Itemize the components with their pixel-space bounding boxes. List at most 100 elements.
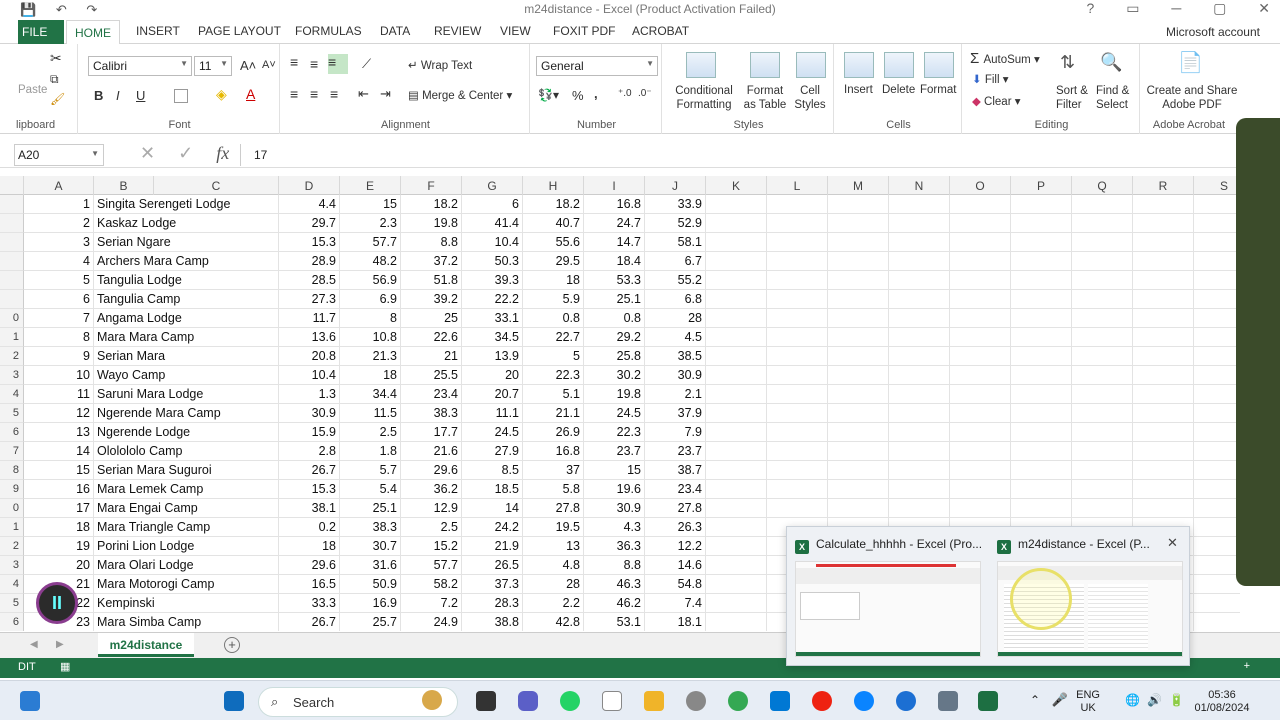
cell-empty[interactable]: [1133, 442, 1194, 461]
cell-value[interactable]: 10.4: [462, 233, 523, 252]
cell-value[interactable]: 21.1: [523, 404, 584, 423]
row-header[interactable]: [0, 290, 24, 309]
cell-value[interactable]: 42.8: [523, 613, 584, 631]
cell-empty[interactable]: [767, 461, 828, 480]
cell-value[interactable]: 27.9: [462, 442, 523, 461]
cell-lodge-name[interactable]: Serian Ngare: [94, 233, 279, 252]
cell-index[interactable]: 18: [24, 518, 94, 537]
cell-value[interactable]: 12.9: [401, 499, 462, 518]
cell-value[interactable]: 58.2: [401, 575, 462, 594]
align-middle-icon[interactable]: ≡: [310, 56, 318, 72]
chrome-icon[interactable]: [728, 691, 748, 711]
cell-empty[interactable]: [1133, 195, 1194, 214]
format-painter-icon[interactable]: 🖌: [50, 92, 65, 106]
cell-empty[interactable]: [1011, 347, 1072, 366]
cell-empty[interactable]: [950, 252, 1011, 271]
cell-value[interactable]: 30.9: [645, 366, 706, 385]
cell-empty[interactable]: [889, 347, 950, 366]
cell-empty[interactable]: [1133, 233, 1194, 252]
cell-value[interactable]: 33.9: [645, 195, 706, 214]
cell-empty[interactable]: [706, 195, 767, 214]
column-header-e[interactable]: E: [340, 176, 401, 195]
tab-acrobat[interactable]: ACROBAT: [632, 24, 689, 38]
cell-value[interactable]: 26.7: [279, 613, 340, 631]
font-name-select[interactable]: Calibri ▼: [88, 56, 192, 76]
cell-value[interactable]: 18.2: [401, 195, 462, 214]
cell-empty[interactable]: [706, 556, 767, 575]
row-header[interactable]: 3: [0, 556, 24, 575]
column-header-b[interactable]: B: [94, 176, 154, 195]
cell-empty[interactable]: [1194, 537, 1240, 556]
cell-value[interactable]: 23.4: [645, 480, 706, 499]
column-header-s[interactable]: S: [1194, 176, 1240, 195]
cell-value[interactable]: 38.3: [340, 518, 401, 537]
cell-empty[interactable]: [1194, 385, 1240, 404]
add-sheet-icon[interactable]: +: [224, 637, 240, 653]
cell-value[interactable]: 25.8: [584, 347, 645, 366]
cell-value[interactable]: 14.6: [645, 556, 706, 575]
cell-empty[interactable]: [706, 442, 767, 461]
cell-value[interactable]: 4.8: [523, 556, 584, 575]
tab-data[interactable]: DATA: [380, 24, 410, 38]
cell-value[interactable]: 38.1: [279, 499, 340, 518]
settings-gear-icon[interactable]: [896, 691, 916, 711]
cell-empty[interactable]: [1072, 461, 1133, 480]
cell-empty[interactable]: [767, 252, 828, 271]
cell-value[interactable]: 2.3: [340, 214, 401, 233]
cell-index[interactable]: 8: [24, 328, 94, 347]
cell-empty[interactable]: [706, 347, 767, 366]
cell-empty[interactable]: [1194, 518, 1240, 537]
cell-value[interactable]: 14: [462, 499, 523, 518]
cell-value[interactable]: 23.4: [401, 385, 462, 404]
cell-empty[interactable]: [828, 290, 889, 309]
accounting-icon[interactable]: 💱▾: [538, 88, 559, 102]
cell-value[interactable]: 7.4: [645, 594, 706, 613]
cell-empty[interactable]: [950, 347, 1011, 366]
cell-empty[interactable]: [889, 214, 950, 233]
italic-button[interactable]: I: [116, 88, 120, 103]
cell-value[interactable]: 11.1: [462, 404, 523, 423]
cell-value[interactable]: 29.6: [279, 556, 340, 575]
cell-empty[interactable]: [1072, 252, 1133, 271]
cell-empty[interactable]: [1194, 233, 1240, 252]
cell-value[interactable]: 28: [645, 309, 706, 328]
cell-index[interactable]: 4: [24, 252, 94, 271]
tab-insert[interactable]: INSERT: [136, 24, 180, 38]
cell-empty[interactable]: [950, 366, 1011, 385]
row-header[interactable]: 4: [0, 575, 24, 594]
cell-empty[interactable]: [1011, 309, 1072, 328]
row-header[interactable]: 8: [0, 461, 24, 480]
cell-lodge-name[interactable]: Mara Lemek Camp: [94, 480, 279, 499]
create-share-pdf-button[interactable]: Create and Share Adobe PDF: [1146, 84, 1238, 112]
merge-center-button[interactable]: ▤ Merge & Center ▾: [408, 88, 512, 102]
cell-index[interactable]: 13: [24, 423, 94, 442]
cell-value[interactable]: 53.1: [584, 613, 645, 631]
cell-value[interactable]: 8.8: [584, 556, 645, 575]
cell-empty[interactable]: [1133, 214, 1194, 233]
cell-empty[interactable]: [889, 328, 950, 347]
find-select-button[interactable]: Find & Select: [1096, 84, 1138, 112]
cell-empty[interactable]: [1072, 195, 1133, 214]
delete-button[interactable]: Delete: [882, 84, 915, 96]
cell-value[interactable]: 25.1: [340, 499, 401, 518]
sort-filter-button[interactable]: Sort & Filter: [1056, 84, 1096, 112]
cell-empty[interactable]: [950, 271, 1011, 290]
cell-styles-button[interactable]: Cell Styles: [790, 84, 830, 112]
cell-empty[interactable]: [828, 214, 889, 233]
ribbon-display-button[interactable]: ▭: [1126, 0, 1139, 16]
autosum-button[interactable]: Σ AutoSum ▾: [970, 50, 1040, 67]
cell-empty[interactable]: [1072, 366, 1133, 385]
cell-value[interactable]: 58.1: [645, 233, 706, 252]
bold-button[interactable]: B: [94, 88, 103, 103]
cell-empty[interactable]: [950, 309, 1011, 328]
cell-empty[interactable]: [828, 195, 889, 214]
cell-value[interactable]: 52.9: [645, 214, 706, 233]
cell-value[interactable]: 1.3: [279, 385, 340, 404]
comma-button[interactable]: ,: [594, 86, 598, 101]
cell-empty[interactable]: [767, 499, 828, 518]
cell-value[interactable]: 29.6: [401, 461, 462, 480]
file-explorer-icon[interactable]: [644, 691, 664, 711]
cell-value[interactable]: 19.8: [401, 214, 462, 233]
cell-value[interactable]: 0.8: [523, 309, 584, 328]
cell-value[interactable]: 50.9: [340, 575, 401, 594]
